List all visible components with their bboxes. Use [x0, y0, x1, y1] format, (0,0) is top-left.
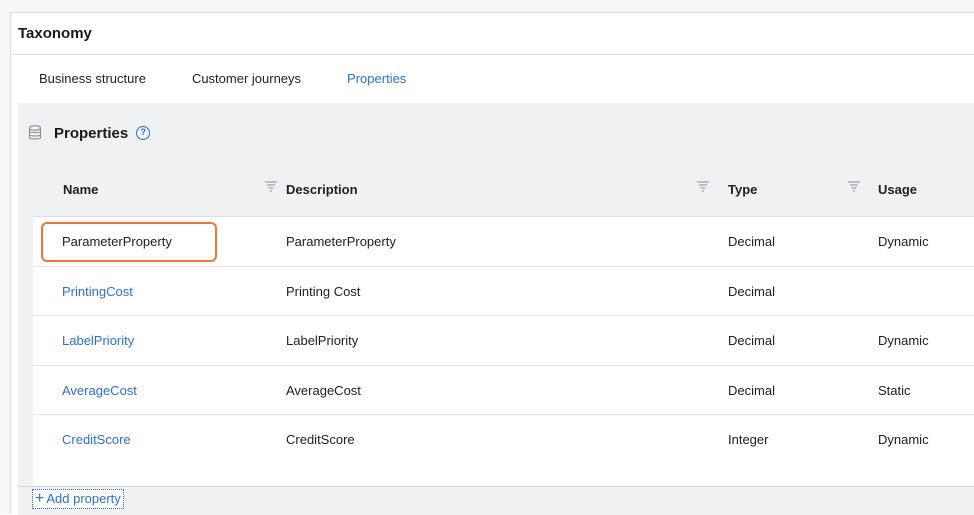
property-type: Decimal: [728, 283, 775, 299]
tab-properties[interactable]: Properties: [347, 71, 406, 86]
add-property-button[interactable]: + Add property: [32, 489, 124, 509]
column-header-type[interactable]: Type: [728, 182, 757, 197]
property-description: Printing Cost: [286, 283, 361, 299]
property-usage: Dynamic: [878, 432, 929, 447]
table-row[interactable]: CreditScore CreditScore Integer Dynamic: [33, 415, 974, 465]
property-usage: Static: [878, 382, 911, 398]
column-header-name[interactable]: Name: [63, 182, 98, 197]
tab-business-structure[interactable]: Business structure: [39, 71, 146, 86]
section-title: Properties: [54, 124, 129, 142]
tab-bar: Business structure Customer journeys Pro…: [11, 55, 974, 101]
filter-icon[interactable]: [848, 180, 860, 192]
property-description: CreditScore: [286, 432, 355, 447]
app-frame: Taxonomy Business structure Customer jou…: [0, 0, 974, 515]
property-name-link[interactable]: AverageCost: [62, 383, 137, 398]
filter-icon[interactable]: [697, 180, 709, 192]
table-body: ParameterProperty ParameterProperty Deci…: [33, 216, 974, 489]
add-property-label: Add property: [46, 491, 121, 506]
property-name-link[interactable]: CreditScore: [62, 432, 131, 447]
properties-content: Properties ? Name Description Type Usage…: [18, 103, 974, 515]
table-row[interactable]: PrintingCost Printing Cost Decimal: [33, 267, 974, 316]
table-footer-space: [33, 464, 974, 489]
property-name-link[interactable]: LabelPriority: [62, 333, 134, 348]
panel-title: Taxonomy: [18, 25, 92, 42]
property-name-link[interactable]: PrintingCost: [62, 284, 133, 299]
property-description: ParameterProperty: [286, 234, 396, 249]
filter-icon[interactable]: [265, 180, 277, 192]
properties-table: Name Description Type Usage ParameterPro…: [33, 163, 974, 489]
property-type: Decimal: [728, 333, 775, 348]
property-usage: Dynamic: [878, 333, 929, 348]
property-usage: Dynamic: [878, 234, 929, 249]
tab-customer-journeys[interactable]: Customer journeys: [192, 71, 301, 86]
property-type: Integer: [728, 432, 769, 447]
property-type: Decimal: [728, 382, 775, 398]
question-circle-icon[interactable]: ?: [136, 126, 151, 140]
panel-header: Taxonomy: [11, 13, 974, 55]
database-icon: [28, 125, 42, 140]
table-row[interactable]: LabelPriority LabelPriority Decimal Dyna…: [33, 316, 974, 366]
property-description: LabelPriority: [286, 333, 359, 348]
add-property-row: + Add property: [18, 486, 974, 515]
section-header: Properties ?: [18, 103, 974, 163]
column-header-usage[interactable]: Usage: [878, 182, 917, 197]
table-row[interactable]: AverageCost AverageCost Decimal Static: [33, 366, 974, 415]
property-name[interactable]: ParameterProperty: [62, 234, 172, 249]
table-row[interactable]: ParameterProperty ParameterProperty Deci…: [33, 217, 974, 267]
property-description: AverageCost: [286, 382, 361, 398]
plus-icon: +: [35, 490, 45, 507]
column-header-description[interactable]: Description: [286, 182, 358, 197]
property-type: Decimal: [728, 234, 775, 249]
table-header: Name Description Type Usage: [33, 163, 974, 216]
